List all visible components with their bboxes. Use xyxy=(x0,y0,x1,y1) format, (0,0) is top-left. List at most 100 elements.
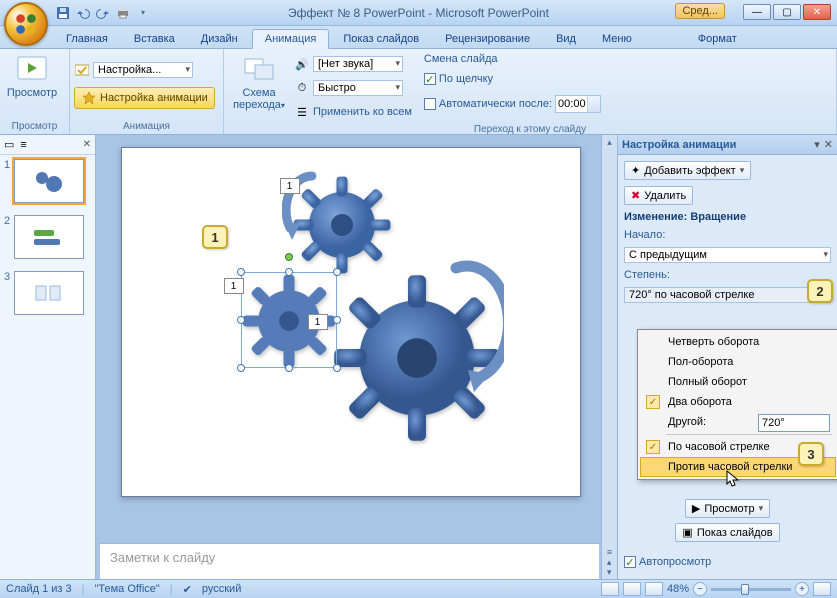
ribbon-tabs: Главная Вставка Дизайн Анимация Показ сл… xyxy=(0,26,837,49)
zoom-in-button[interactable]: + xyxy=(795,582,809,596)
close-button[interactable]: ✕ xyxy=(803,4,831,20)
sorter-view-button[interactable] xyxy=(623,582,641,596)
tab-design[interactable]: Дизайн xyxy=(189,30,250,48)
arrow-curve-icon-2 xyxy=(444,258,504,398)
status-language[interactable]: русский xyxy=(202,583,241,595)
zoom-slider[interactable] xyxy=(711,588,791,591)
undo-icon[interactable] xyxy=(74,4,92,22)
tab-home[interactable]: Главная xyxy=(54,30,120,48)
pane-title: Настройка анимации xyxy=(622,139,736,151)
on-click-label: По щелчку xyxy=(439,73,493,85)
slide-editor: 1 1 1 1 Заметки к слайду ▴ ≡▴▾ xyxy=(96,135,617,579)
anim-tag-2[interactable]: 1 xyxy=(224,278,244,294)
pane-close-icon[interactable]: ✕ xyxy=(824,138,833,151)
slides-tab-icon[interactable]: ≡ xyxy=(20,139,26,151)
spellcheck-icon[interactable]: ✔ xyxy=(183,583,192,596)
normal-view-button[interactable] xyxy=(601,582,619,596)
tab-animations[interactable]: Анимация xyxy=(252,29,330,49)
star-add-icon: ✦ xyxy=(631,164,640,177)
rotate-handle[interactable] xyxy=(285,253,293,261)
quick-access-toolbar: ▾ xyxy=(54,4,152,22)
speed-icon: ⏱ xyxy=(294,80,310,96)
zoom-out-button[interactable]: − xyxy=(693,582,707,596)
slide-thumb-3[interactable] xyxy=(14,271,84,315)
slide-thumbnails-pane: ▭ ≡ ✕ 1 2 3 xyxy=(0,135,96,579)
fit-button[interactable] xyxy=(813,582,831,596)
amount-label: Степень: xyxy=(624,269,831,281)
preview-label: Просмотр xyxy=(7,87,57,99)
custom-animation-pane: Настройка анимации ▾ ✕ ✦Добавить эффект ✖… xyxy=(617,135,837,579)
start-label: Начало: xyxy=(624,229,831,241)
callout-2: 2 xyxy=(807,279,833,303)
outline-tab-icon[interactable]: ▭ xyxy=(4,138,14,151)
anim-tag-3[interactable]: 1 xyxy=(308,314,328,330)
play-button[interactable]: ▶ Просмотр xyxy=(685,499,770,518)
custom-animation-button[interactable]: Настройка анимации xyxy=(74,87,215,109)
transition-scheme-button[interactable]: Схема перехода▾ xyxy=(228,51,290,111)
popup-full[interactable]: Полный оборот xyxy=(640,372,836,392)
transition-header: Смена слайда xyxy=(424,53,601,65)
tab-format[interactable]: Формат xyxy=(686,30,749,48)
title-bar: ▾ Эффект № 8 PowerPoint - Microsoft Powe… xyxy=(0,0,837,26)
editor-scrollbar[interactable]: ▴ ≡▴▾ xyxy=(601,135,617,579)
preview-icon xyxy=(16,53,48,85)
slide-thumb-1[interactable] xyxy=(14,159,84,203)
speed-dropdown[interactable]: Быстро xyxy=(313,80,403,96)
animate-dropdown[interactable]: Настройка... xyxy=(93,62,193,78)
notes-pane[interactable]: Заметки к слайду xyxy=(100,543,599,579)
ribbon: Просмотр Просмотр Настройка... Настройка… xyxy=(0,49,837,135)
group-preview-label: Просмотр xyxy=(4,120,65,134)
tab-review[interactable]: Рецензирование xyxy=(433,30,542,48)
sound-icon: 🔊 xyxy=(294,56,310,72)
print-icon[interactable] xyxy=(114,4,132,22)
amount-dropdown[interactable]: 720° по часовой стрелке xyxy=(624,287,831,303)
slideshow-button[interactable]: ▣ Показ слайдов xyxy=(675,523,779,542)
pane-dropdown-icon[interactable]: ▾ xyxy=(814,138,820,151)
slide-canvas[interactable]: 1 1 1 xyxy=(121,147,581,497)
tab-insert[interactable]: Вставка xyxy=(122,30,187,48)
add-effect-button[interactable]: ✦Добавить эффект xyxy=(624,161,751,180)
status-bar: Слайд 1 из 3| "Тема Office"| ✔ русский 4… xyxy=(0,579,837,598)
zoom-value[interactable]: 48% xyxy=(667,583,689,595)
remove-icon: ✖ xyxy=(631,189,640,202)
status-theme: "Тема Office" xyxy=(95,583,160,595)
auto-after-time[interactable]: 00:00 xyxy=(555,95,601,113)
addin-button[interactable]: Сред... xyxy=(675,3,725,19)
app-title: Эффект № 8 PowerPoint - Microsoft PowerP… xyxy=(288,6,549,20)
tab-view[interactable]: Вид xyxy=(544,30,588,48)
popup-other[interactable]: Другой: xyxy=(640,412,836,432)
autopreview-checkbox[interactable]: ✓ xyxy=(624,556,636,568)
custom-degree-input[interactable] xyxy=(758,414,830,432)
maximize-button[interactable]: ▢ xyxy=(773,4,801,20)
save-icon[interactable] xyxy=(54,4,72,22)
qat-more-icon[interactable]: ▾ xyxy=(134,4,152,22)
check-icon: ✓ xyxy=(646,440,660,454)
transition-icon xyxy=(243,53,275,85)
scheme-label: Схема перехода xyxy=(233,87,281,111)
close-thumbs-icon[interactable]: ✕ xyxy=(83,139,91,150)
tab-menu[interactable]: Меню xyxy=(590,30,644,48)
remove-button[interactable]: ✖Удалить xyxy=(624,186,693,205)
popup-quarter[interactable]: Четверть оборота xyxy=(640,332,836,352)
popup-half[interactable]: Пол-оборота xyxy=(640,352,836,372)
office-button[interactable] xyxy=(4,2,48,46)
sound-dropdown[interactable]: [Нет звука] xyxy=(313,56,403,72)
group-anim-label: Анимация xyxy=(74,120,219,134)
preview-button[interactable]: Просмотр xyxy=(4,51,60,99)
slideshow-view-button[interactable] xyxy=(645,582,663,596)
apply-all-button[interactable]: ☰Применить ко всем xyxy=(294,101,412,123)
anim-tag-1[interactable]: 1 xyxy=(280,178,300,194)
check-icon: ✓ xyxy=(646,395,660,409)
autopreview-label: Автопросмотр xyxy=(639,556,711,568)
apply-all-icon: ☰ xyxy=(294,104,310,120)
slide-thumb-2[interactable] xyxy=(14,215,84,259)
popup-two[interactable]: ✓Два оборота xyxy=(640,392,836,412)
callout-1: 1 xyxy=(202,225,228,249)
star-icon xyxy=(81,90,97,106)
start-dropdown[interactable]: С предыдущим xyxy=(624,247,831,263)
on-click-checkbox[interactable]: ✓ xyxy=(424,73,436,85)
auto-after-checkbox[interactable] xyxy=(424,98,436,110)
minimize-button[interactable]: — xyxy=(743,4,771,20)
redo-icon[interactable] xyxy=(94,4,112,22)
tab-slideshow[interactable]: Показ слайдов xyxy=(331,30,431,48)
